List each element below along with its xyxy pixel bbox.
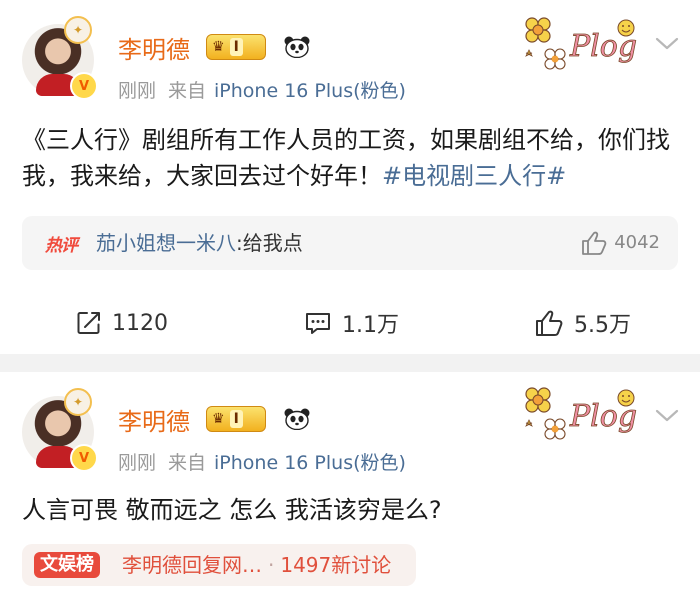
post-text: 《三人行》剧组所有工作人员的工资，如果剧组不给，你们找我，我来给，大家回去过个好…: [22, 126, 670, 190]
trend-link[interactable]: 文娱榜 李明德回复网… · 1497新讨论: [22, 544, 416, 586]
hot-comment-like-count: 4042: [614, 232, 660, 253]
action-bar: 1120 1.1万 5.5万: [0, 296, 700, 350]
trend-title: 李明德回复网…: [122, 553, 262, 577]
author-name[interactable]: 李明德: [118, 30, 190, 65]
post-card-1: V ✦ 李明德 ♛ I 刚刚 来自 iPhone 16 Plus(粉色) Plog …: [0, 0, 700, 354]
comment-count: 1.1万: [342, 313, 399, 338]
rank-badge[interactable]: ♛ I: [206, 406, 266, 432]
post-text: 人言可畏 敬而远之 怎么 我活该穷是么?: [22, 496, 442, 524]
hot-comment-separator: :: [236, 231, 243, 255]
post-card-2: V ✦ 李明德 ♛ I 刚刚 来自 iPhone 16 Plus(粉色) Plog …: [0, 372, 700, 602]
post-body: 人言可畏 敬而远之 怎么 我活该穷是么?: [22, 492, 682, 528]
device-link[interactable]: iPhone 16 Plus(粉色): [214, 80, 406, 102]
device-link[interactable]: iPhone 16 Plus(粉色): [214, 452, 406, 474]
like-count: 5.5万: [574, 313, 631, 338]
topic-tag[interactable]: #电视剧三人行#: [382, 162, 566, 190]
rank-badge[interactable]: ♛ I: [206, 34, 266, 60]
rank-level: I: [229, 38, 243, 56]
verified-badge: V: [70, 72, 98, 100]
flower-plog-sticker-icon[interactable]: Plog: [514, 380, 642, 448]
post-time: 刚刚: [118, 452, 157, 474]
panda-icon: [284, 408, 310, 430]
trend-count: 1497新讨论: [280, 553, 392, 577]
comment-button[interactable]: 1.1万: [304, 296, 399, 350]
medal-icon: ✦: [64, 16, 92, 44]
chevron-down-icon[interactable]: [654, 408, 680, 424]
comment-icon: [306, 313, 330, 334]
trend-badge: 文娱榜: [34, 552, 100, 578]
flower-plog-sticker-icon[interactable]: Plog: [514, 10, 642, 78]
hot-comment-text: 茄小姐想一米八:给我点: [96, 228, 303, 258]
hot-comment-badge: 热评: [45, 235, 78, 256]
thumbs-up-icon: [582, 231, 607, 255]
hot-comment[interactable]: 热评 茄小姐想一米八:给我点 4042: [22, 216, 678, 270]
panda-icon: [284, 36, 310, 58]
repost-button[interactable]: 1120: [76, 296, 168, 350]
hot-comment-user[interactable]: 茄小姐想一米八: [96, 231, 236, 255]
source-prefix: 来自: [168, 452, 207, 474]
post-body: 《三人行》剧组所有工作人员的工资，如果剧组不给，你们找我，我来给，大家回去过个好…: [22, 122, 682, 194]
author-name[interactable]: 李明德: [118, 402, 190, 437]
chevron-down-icon[interactable]: [654, 36, 680, 52]
trend-dot: ·: [268, 553, 275, 577]
repost-icon: [77, 312, 100, 334]
medal-icon: ✦: [64, 388, 92, 416]
thumbs-up-icon: [536, 310, 563, 336]
crown-icon: ♛: [212, 39, 225, 55]
post-time: 刚刚: [118, 80, 157, 102]
hot-comment-like[interactable]: 4042: [580, 228, 660, 258]
post-meta: 刚刚 来自 iPhone 16 Plus(粉色): [118, 76, 406, 103]
repost-count: 1120: [112, 310, 168, 336]
post-meta: 刚刚 来自 iPhone 16 Plus(粉色): [118, 448, 406, 475]
hot-comment-content: 给我点: [242, 231, 303, 255]
crown-icon: ♛: [212, 411, 225, 427]
source-prefix: 来自: [168, 80, 207, 102]
rank-level: I: [229, 410, 243, 428]
trend-text: 李明德回复网… · 1497新讨论: [122, 551, 391, 579]
verified-badge: V: [70, 444, 98, 472]
like-button[interactable]: 5.5万: [534, 296, 631, 350]
